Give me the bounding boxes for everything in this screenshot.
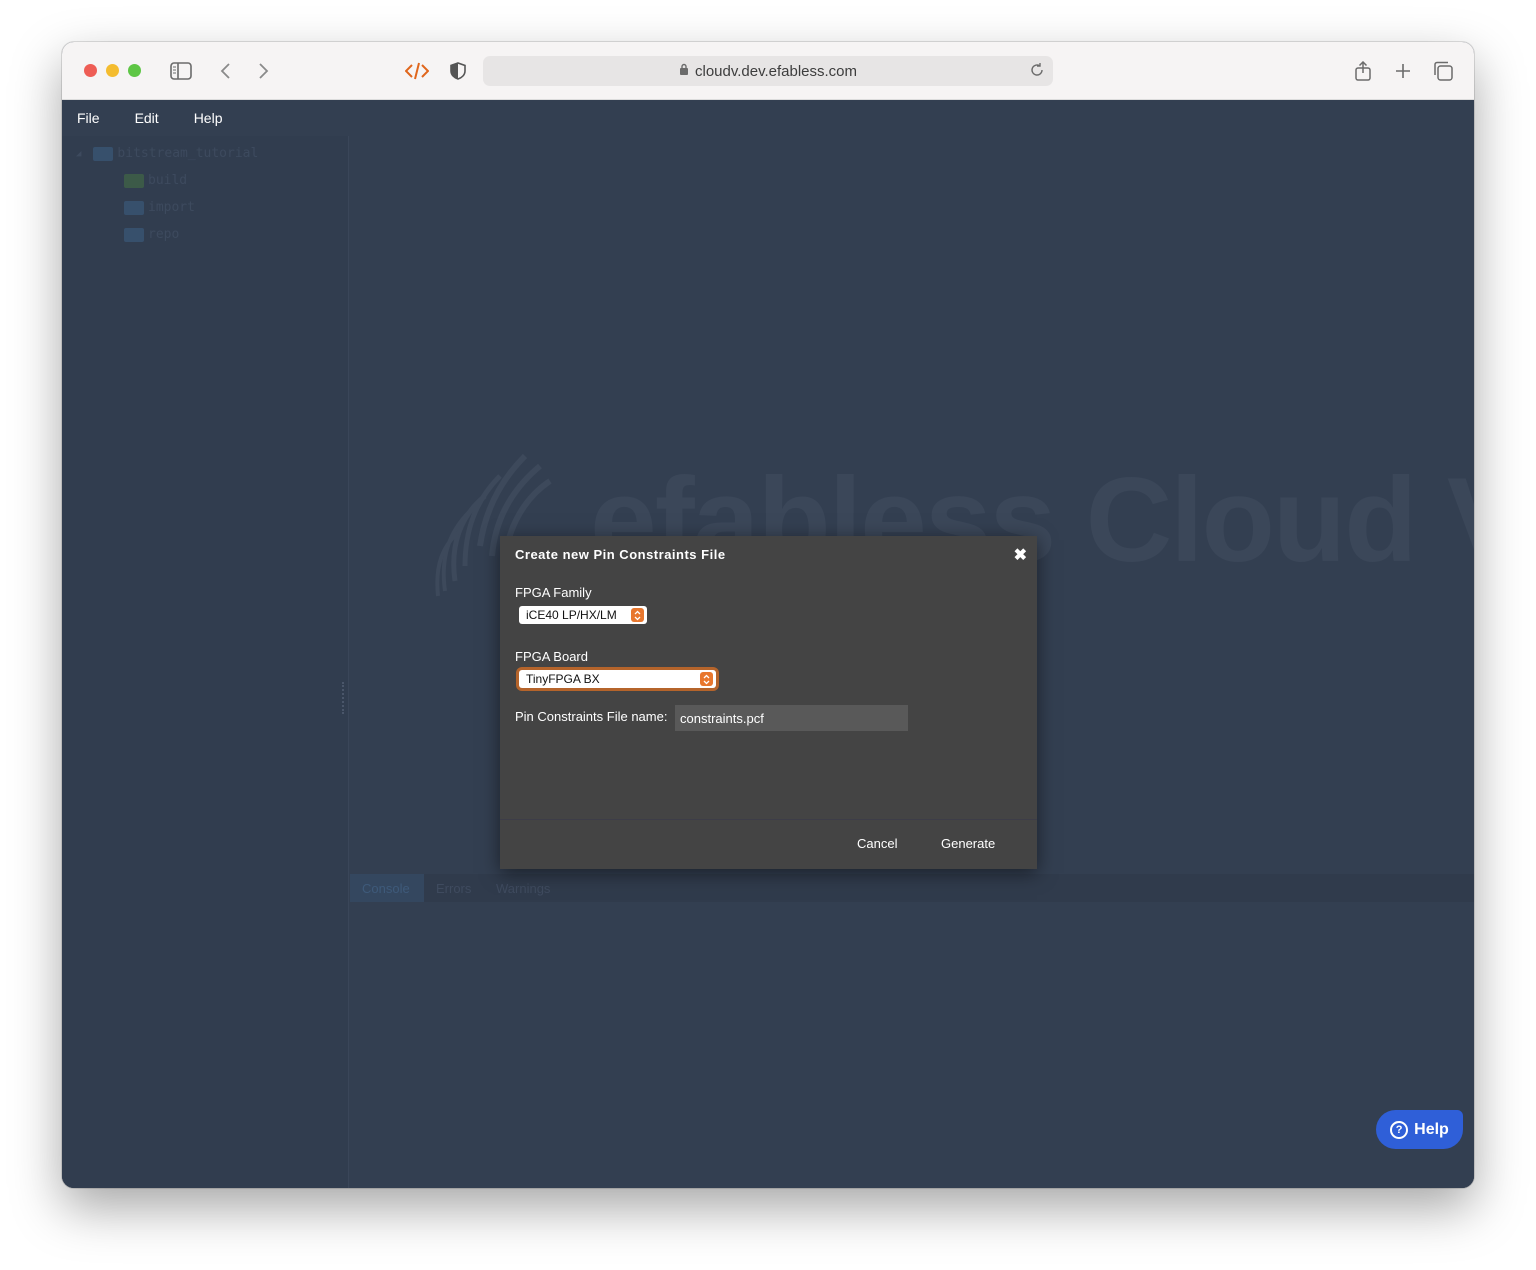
close-window-button[interactable] [84,64,97,77]
tree-item-label: repo [148,227,180,242]
bottom-panel-tabs: Console Errors Warnings [350,874,1474,902]
console-output [350,902,1474,1188]
select-arrows-icon [631,608,644,622]
tree-root-label: bitstream_tutorial [117,146,259,161]
forward-icon[interactable] [251,58,277,84]
folder-icon [124,227,144,242]
tabs-overview-icon[interactable] [1430,58,1456,84]
menu-file[interactable]: File [77,110,100,126]
menu-edit[interactable]: Edit [135,110,159,126]
fpga-board-label: FPGA Board [515,649,588,664]
url-text: cloudv.dev.efabless.com [694,62,858,80]
pin-constraints-dialog: Create new Pin Constraints File ✖ FPGA F… [500,536,1037,869]
cancel-button[interactable]: Cancel [857,836,897,851]
back-icon[interactable] [212,58,238,84]
sidebar-icon[interactable] [168,58,194,84]
tab-errors[interactable]: Errors [424,874,483,902]
fpga-family-value: iCE40 LP/HX/LM [526,608,617,622]
collapse-triangle-icon[interactable]: ◢ [76,149,81,159]
new-tab-icon[interactable] [1390,58,1416,84]
filename-input[interactable]: constraints.pcf [675,705,908,731]
generate-button[interactable]: Generate [941,836,995,851]
tree-item-build[interactable]: build [124,173,187,188]
tree-item-import[interactable]: import [124,200,195,215]
lock-icon [679,63,689,80]
fpga-board-value: TinyFPGA BX [526,672,600,686]
reload-icon[interactable] [1029,62,1045,82]
file-explorer: ◢ bitstream_tutorial build import repo [62,136,349,1188]
dialog-title: Create new Pin Constraints File [515,547,726,562]
browser-window: cloudv.dev.efabless.com File Edit Help ◢… [62,42,1474,1188]
minimize-window-button[interactable] [106,64,119,77]
sidebar-resize-handle[interactable] [342,682,346,714]
folder-icon [124,173,144,188]
menu-help[interactable]: Help [194,110,223,126]
folder-icon [93,146,114,161]
dialog-divider [500,819,1037,820]
address-bar[interactable]: cloudv.dev.efabless.com [483,56,1053,86]
help-button[interactable]: ? Help [1376,1110,1463,1149]
question-icon: ? [1390,1120,1409,1139]
share-icon[interactable] [1350,58,1376,84]
app-menubar: File Edit Help [62,100,1474,136]
tree-item-label: build [148,173,188,188]
privacy-shield-icon[interactable] [445,58,471,84]
dev-tools-icon[interactable] [404,58,430,84]
fpga-family-label: FPGA Family [515,585,592,600]
tree-root[interactable]: ◢ bitstream_tutorial [76,146,258,161]
tree-item-repo[interactable]: repo [124,227,179,242]
select-arrows-icon [700,672,713,686]
fpga-board-select[interactable]: TinyFPGA BX [519,670,716,688]
tab-console[interactable]: Console [350,874,424,902]
close-icon[interactable]: ✖ [1014,545,1027,565]
fpga-family-select[interactable]: iCE40 LP/HX/LM [519,606,647,624]
zoom-window-button[interactable] [128,64,141,77]
tab-warnings[interactable]: Warnings [484,874,562,902]
folder-icon [124,200,144,215]
filename-label: Pin Constraints File name: [515,709,668,724]
tree-item-label: import [148,200,195,215]
help-button-label: Help [1414,1120,1449,1138]
cloudv-app: File Edit Help ◢ bitstream_tutorial buil… [62,100,1474,1188]
browser-toolbar: cloudv.dev.efabless.com [62,42,1474,100]
